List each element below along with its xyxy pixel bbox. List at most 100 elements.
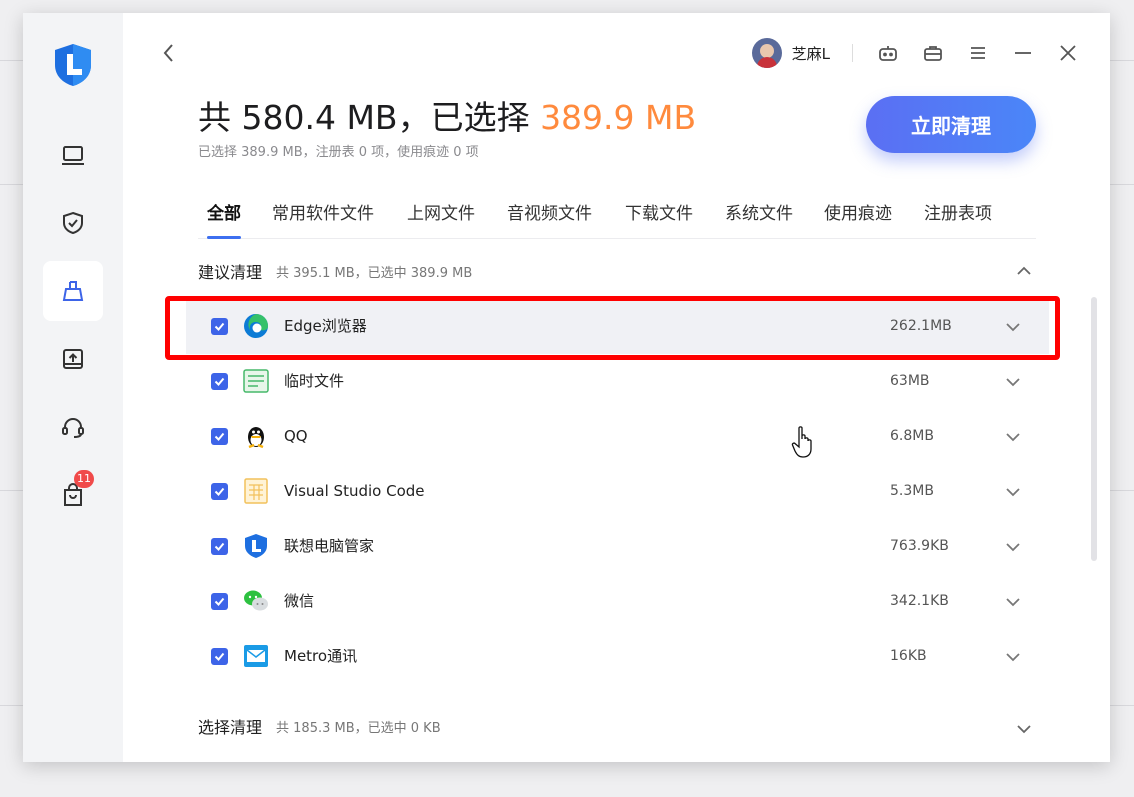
chevron-down-icon[interactable] (1012, 717, 1036, 741)
list-item[interactable]: Edge浏览器 262.1MB (186, 299, 1049, 354)
robot-assistant-button[interactable] (865, 37, 910, 69)
item-size: 342.1KB (890, 593, 949, 609)
main-panel: 芝麻L 共 580.4 MB，已选择 389.9 MB 已选择 389.9 MB… (123, 13, 1110, 762)
sidebar-item-store[interactable]: 11 (43, 465, 103, 525)
chevron-down-icon[interactable] (1001, 645, 1025, 669)
chevron-down-icon[interactable] (1001, 315, 1025, 339)
checkbox[interactable] (211, 318, 228, 335)
item-name: QQ (284, 427, 308, 445)
minimize-icon (1014, 52, 1031, 54)
broom-icon (62, 281, 84, 301)
sidebar: 11 (23, 13, 123, 762)
scrollbar[interactable] (1091, 297, 1097, 561)
item-name: Edge浏览器 (284, 317, 367, 335)
selected-size-text: 389.9 MB (540, 98, 697, 137)
sidebar-item-drivers[interactable] (43, 329, 103, 389)
item-name: 微信 (284, 592, 315, 610)
avatar[interactable] (751, 38, 782, 68)
app-window: 11 芝麻L 共 580.4 MB，已选择 389.9 MB 已选择 389.9… (23, 13, 1110, 762)
chevron-down-icon[interactable] (1001, 535, 1025, 559)
check-icon (214, 652, 225, 661)
checkbox[interactable] (211, 373, 228, 390)
check-icon (214, 432, 225, 441)
section-meta: 共 185.3 MB，已选中 0 KB (276, 720, 441, 736)
minimize-button[interactable] (1000, 37, 1045, 69)
edge-icon (244, 314, 268, 338)
close-button[interactable] (1045, 37, 1090, 69)
list-item[interactable]: 微信 342.1KB (186, 574, 1049, 629)
section-title: 建议清理 (198, 263, 263, 282)
item-size: 262.1MB (890, 318, 952, 334)
checkbox[interactable] (211, 538, 228, 555)
tab-system-files[interactable]: 系统文件 (725, 199, 793, 238)
notification-badge: 11 (74, 470, 94, 488)
item-size: 6.8MB (890, 428, 934, 444)
tab-usage-traces[interactable]: 使用痕迹 (824, 199, 892, 238)
item-name: Metro通讯 (284, 647, 358, 665)
check-icon (214, 377, 225, 386)
sidebar-item-cleanup[interactable] (43, 261, 103, 321)
checkbox[interactable] (211, 648, 228, 665)
toolbox-button[interactable] (910, 37, 955, 69)
tab-registry-items[interactable]: 注册表项 (924, 199, 992, 238)
chevron-down-icon[interactable] (1001, 590, 1025, 614)
shield-icon (63, 211, 83, 235)
hand-cursor-icon (791, 426, 812, 458)
check-icon (214, 487, 225, 496)
item-size: 16KB (890, 648, 927, 664)
checkbox[interactable] (211, 593, 228, 610)
robot-icon (878, 46, 897, 61)
user-name[interactable]: 芝麻L (792, 43, 830, 64)
check-icon (214, 597, 225, 606)
section-recommended[interactable]: 建议清理 共 395.1 MB，已选中 389.9 MB (198, 256, 1036, 286)
sidebar-item-computer[interactable] (43, 125, 103, 185)
tab-common-software[interactable]: 常用软件文件 (272, 199, 374, 238)
list-item[interactable]: Visual Studio Code 5.3MB (186, 464, 1049, 519)
qq-icon (248, 427, 264, 449)
tab-all[interactable]: 全部 (207, 199, 241, 239)
chevron-down-icon[interactable] (1001, 480, 1025, 504)
divider (852, 44, 853, 62)
back-arrow-icon[interactable] (157, 41, 181, 65)
toolbox-icon (923, 46, 942, 61)
close-icon (1059, 45, 1076, 61)
item-name: 联想电脑管家 (284, 537, 375, 555)
item-size: 63MB (890, 373, 930, 389)
list-item[interactable]: Metro通讯 16KB (186, 629, 1049, 684)
sidebar-item-support[interactable] (43, 397, 103, 457)
item-size: 763.9KB (890, 538, 949, 554)
upload-drive-icon (63, 349, 83, 369)
list-item[interactable]: 联想电脑管家 763.9KB (186, 519, 1049, 574)
monitor-icon (62, 146, 84, 165)
chevron-down-icon[interactable] (1001, 425, 1025, 449)
tab-media-files[interactable]: 音视频文件 (507, 199, 592, 238)
chevron-down-icon[interactable] (1001, 370, 1025, 394)
checkbox[interactable] (211, 428, 228, 445)
menu-button[interactable] (955, 37, 1000, 69)
list-item[interactable]: QQ 6.8MB (186, 409, 1049, 464)
item-name: 临时文件 (284, 372, 345, 390)
section-optional[interactable]: 选择清理 共 185.3 MB，已选中 0 KB (198, 711, 1036, 741)
list-item[interactable]: 临时文件 63MB (186, 354, 1049, 409)
item-name: Visual Studio Code (284, 482, 425, 500)
selection-summary: 已选择 389.9 MB，注册表 0 项，使用痕迹 0 项 (198, 145, 479, 160)
mail-icon (244, 645, 268, 667)
tab-download-files[interactable]: 下载文件 (625, 199, 693, 238)
category-tabs: 全部 常用软件文件 上网文件 音视频文件 下载文件 系统文件 使用痕迹 注册表项 (198, 199, 1036, 239)
tab-internet-files[interactable]: 上网文件 (407, 199, 475, 238)
clean-now-button[interactable]: 立即清理 (866, 96, 1036, 153)
sidebar-item-security[interactable] (43, 193, 103, 253)
app-logo-icon (55, 44, 91, 86)
temp-file-icon (243, 369, 269, 393)
vscode-file-icon (244, 478, 268, 504)
chevron-up-icon[interactable] (1012, 259, 1036, 283)
item-size: 5.3MB (890, 483, 934, 499)
check-icon (214, 542, 225, 551)
total-size-text: 共 580.4 MB，已选择 (198, 98, 541, 137)
checkbox[interactable] (211, 483, 228, 500)
section-meta: 共 395.1 MB，已选中 389.9 MB (276, 265, 473, 281)
lenovo-manager-icon (245, 534, 267, 558)
total-size-headline: 共 580.4 MB，已选择 389.9 MB (198, 91, 696, 139)
title-bar-controls: 芝麻L (751, 37, 1090, 69)
check-icon (214, 322, 225, 331)
